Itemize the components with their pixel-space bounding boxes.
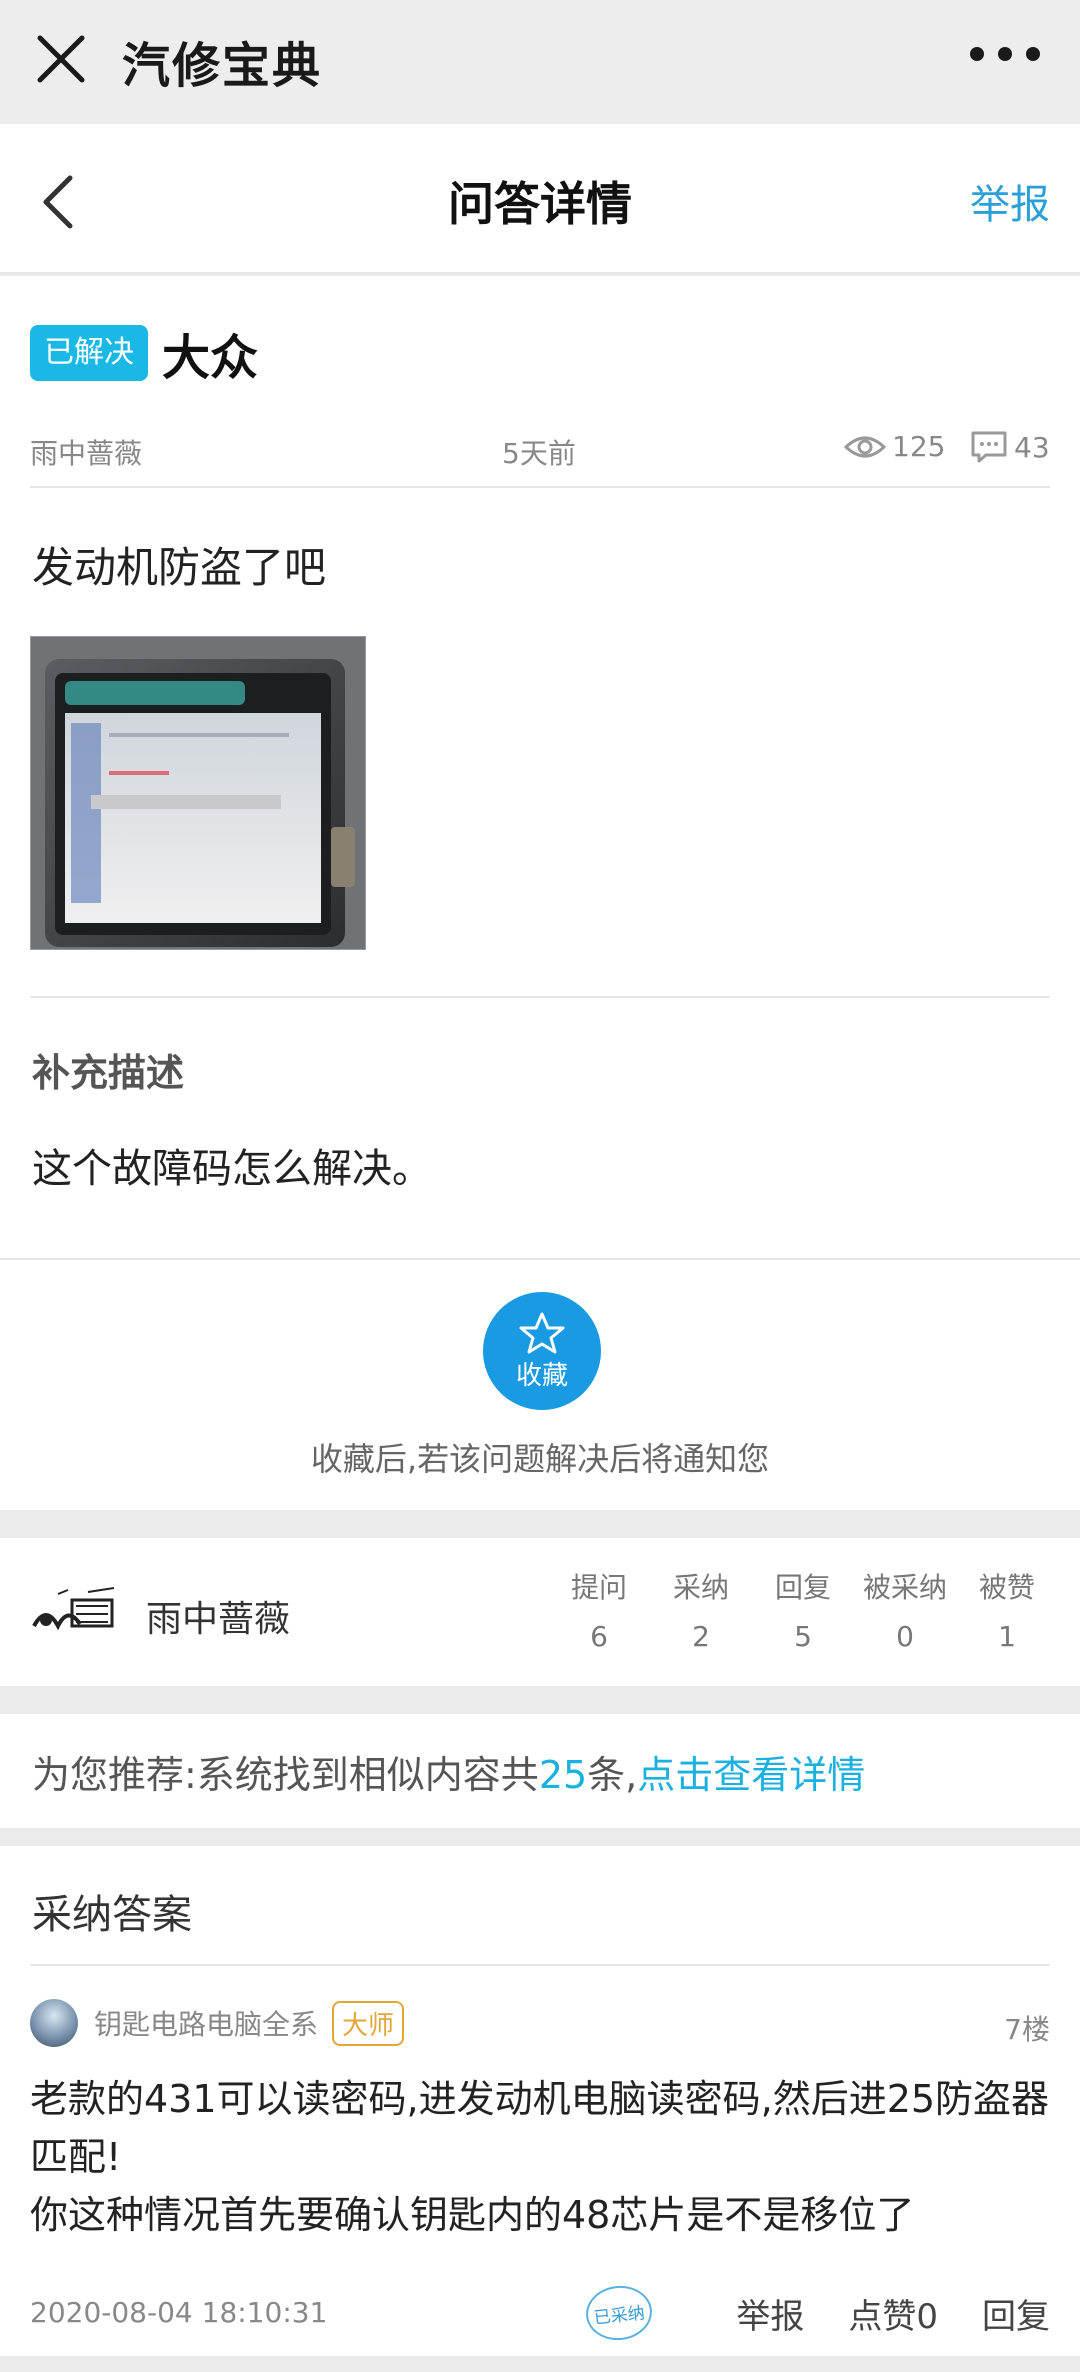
- stat-value: 0: [896, 1620, 914, 1653]
- report-link[interactable]: 举报: [970, 172, 1050, 230]
- report-button[interactable]: 举报: [736, 2289, 804, 2338]
- question-meta: 雨中蔷薇 5天前 125 43: [30, 426, 1050, 472]
- question-card: 已解决 大众 雨中蔷薇 5天前 125 43 发动机防盗了吧 补充描述 这个故障…: [0, 276, 1080, 1510]
- question-body: 发动机防盗了吧: [32, 543, 327, 592]
- top-bar: 汽修宝典: [0, 0, 1080, 124]
- comment-icon: [971, 431, 1007, 463]
- answer-author[interactable]: 钥匙电路电脑全系: [94, 2003, 318, 2043]
- page-title: 问答详情: [448, 177, 632, 231]
- stat-value: 2: [692, 1620, 710, 1653]
- app-title: 汽修宝典: [122, 38, 323, 94]
- answer-line: 老款的431可以读密码,进发动机电脑读密码,然后进25防盗器匹配!: [30, 2077, 1050, 2179]
- supplement-title: 补充描述: [32, 1051, 185, 1095]
- stat-replies: 回复 5: [752, 1566, 854, 1653]
- answer-footer: 2020-08-04 18:10:31 已采纳 举报 点赞0 回复: [30, 2282, 1050, 2346]
- recommend-prefix: 为您推荐:系统找到相似内容共: [32, 1753, 539, 1797]
- recommend-count: 25: [538, 1753, 588, 1797]
- stat-adopted: 采纳 2: [650, 1566, 752, 1653]
- answer-author-row[interactable]: 钥匙电路电脑全系 大师: [30, 1998, 405, 2048]
- views-count: 125: [844, 430, 945, 463]
- avatar[interactable]: [30, 1999, 78, 2047]
- stat-likes: 被赞 1: [956, 1566, 1058, 1653]
- stat-label: 提问: [570, 1571, 627, 1604]
- answer-date: 2020-08-04 18:10:31: [30, 2296, 328, 2329]
- question-time: 5天前: [502, 437, 576, 470]
- question-title: 大众: [162, 330, 259, 386]
- photo-thumbnail: [31, 637, 365, 949]
- reply-button[interactable]: 回复: [982, 2289, 1050, 2338]
- favorite-tip: 收藏后,若该问题解决后将通知您: [310, 1440, 770, 1478]
- stat-value: 1: [998, 1620, 1016, 1653]
- close-icon[interactable]: [30, 28, 92, 90]
- adopted-stamp: 已采纳: [583, 2282, 656, 2344]
- asker-stats: 提问 6 采纳 2 回复 5 被采纳 0 被赞 1: [548, 1566, 1058, 1653]
- favorite-label: 收藏: [515, 1360, 568, 1391]
- divider: [30, 996, 1050, 998]
- question-photo[interactable]: [30, 636, 366, 950]
- star-icon: [519, 1312, 565, 1353]
- stat-being-adopted: 被采纳 0: [854, 1566, 956, 1653]
- more-icon[interactable]: [970, 44, 1040, 64]
- recommend-link[interactable]: 点击查看详情: [637, 1753, 865, 1797]
- stat-value: 6: [590, 1620, 608, 1653]
- views-value: 125: [892, 430, 946, 463]
- level-badge: 大师: [332, 2000, 405, 2046]
- avatar[interactable]: [28, 1586, 120, 1642]
- answer-line: 你这种情况首先要确认钥匙内的48芯片是不是移位了: [30, 2193, 915, 2237]
- recommend-suffix: 条,: [587, 1753, 638, 1797]
- divider: [30, 486, 1050, 488]
- answer-body: 老款的431可以读密码,进发动机电脑读密码,然后进25防盗器匹配! 你这种情况首…: [30, 2070, 1050, 2244]
- status-badge: 已解决: [30, 325, 148, 381]
- stat-label: 被采纳: [862, 1571, 947, 1604]
- divider: [30, 1964, 1050, 1966]
- comments-count: 43: [970, 430, 1050, 464]
- asker-profile-row[interactable]: 雨中蔷薇 提问 6 采纳 2 回复 5 被采纳 0 被赞 1: [0, 1538, 1080, 1686]
- like-button[interactable]: 点赞0: [848, 2289, 938, 2338]
- section-title: 采纳答案: [32, 1892, 192, 1938]
- question-header: 已解决 大众: [30, 324, 258, 386]
- favorite-button[interactable]: 收藏: [483, 1292, 601, 1410]
- stat-value: 5: [794, 1620, 812, 1653]
- stat-questions: 提问 6: [548, 1566, 650, 1653]
- floor-number: 7楼: [1004, 2013, 1050, 2046]
- asker-name[interactable]: 雨中蔷薇: [146, 1590, 290, 1642]
- comments-value: 43: [1014, 430, 1050, 464]
- adopted-answer-section: 采纳答案 钥匙电路电脑全系 大师 7楼 老款的431可以读密码,进发动机电脑读密…: [0, 1846, 1080, 2356]
- answer-actions: 已采纳 举报 点赞0 回复: [583, 2282, 1050, 2344]
- eye-icon: [844, 436, 886, 457]
- stat-label: 回复: [774, 1571, 831, 1604]
- stat-label: 采纳: [672, 1571, 729, 1604]
- divider: [0, 1258, 1080, 1260]
- supplement-body: 这个故障码怎么解决。: [32, 1146, 432, 1192]
- recommendation-bar: 为您推荐:系统找到相似内容共25条,点击查看详情: [0, 1714, 1080, 1828]
- nav-bar: 问答详情 举报: [0, 124, 1080, 274]
- stat-label: 被赞: [978, 1571, 1035, 1604]
- question-author[interactable]: 雨中蔷薇: [30, 432, 142, 472]
